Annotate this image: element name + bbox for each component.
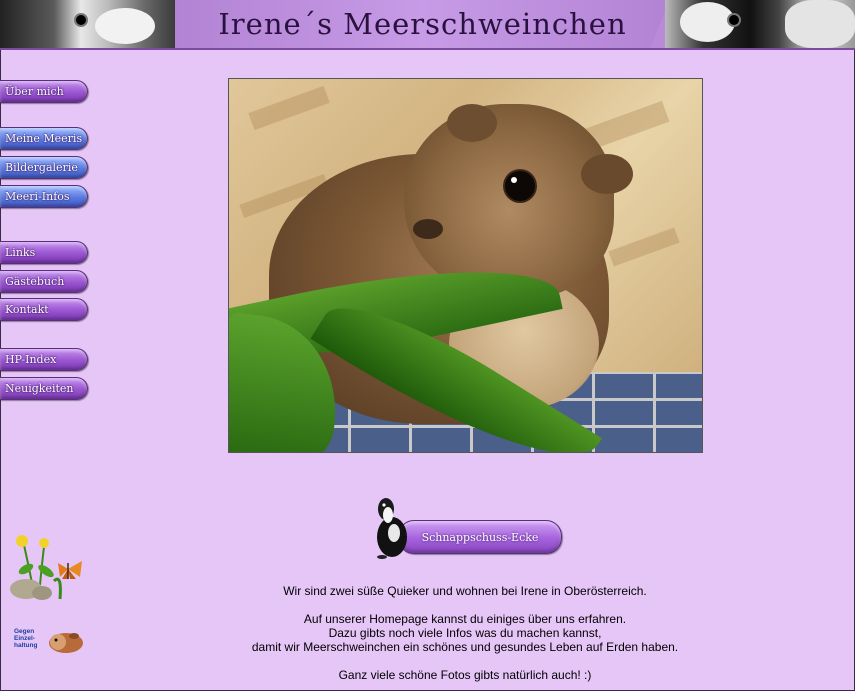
- pig-fur-patch: [785, 0, 855, 48]
- nav-item-ueber-mich[interactable]: Über mich: [0, 80, 88, 103]
- badge-text: Gegen Einzel- haltung: [14, 628, 38, 649]
- guinea-pig-ear: [581, 154, 633, 194]
- snapshot-corner-button[interactable]: Schnappschuss-Ecke: [398, 520, 562, 554]
- nav-item-bildergalerie[interactable]: Bildergalerie: [0, 156, 88, 179]
- nav-item-meine-meeris[interactable]: Meine Meeris: [0, 127, 88, 150]
- guinea-pig-ear: [447, 104, 497, 142]
- flower-butterfly-icon: [10, 535, 82, 600]
- anti-solitary-keeping-badge[interactable]: Gegen Einzel- haltung: [14, 628, 84, 654]
- guinea-pig-nose: [413, 219, 443, 239]
- main-guinea-pig-photo: [228, 78, 703, 453]
- intro-text: Wir sind zwei süße Quieker und wohnen be…: [200, 584, 730, 682]
- header-guinea-pig-photo-left: [0, 0, 180, 48]
- pig-eye-icon: [727, 13, 741, 27]
- intro-line: Ganz viele schöne Fotos gibts natürlich …: [338, 668, 592, 682]
- site-title: Irene´s Meerschweinchen: [175, 0, 670, 48]
- site-header: Irene´s Meerschweinchen: [0, 0, 855, 50]
- nav-item-links[interactable]: Links: [0, 241, 88, 264]
- nav-item-neuigkeiten[interactable]: Neuigkeiten: [0, 377, 88, 400]
- nav-item-kontakt[interactable]: Kontakt: [0, 298, 88, 321]
- intro-line: damit wir Meerschweinchen ein schönes un…: [251, 640, 679, 654]
- guinea-pig-badge-icon: [49, 633, 83, 653]
- wood-chip: [608, 227, 680, 267]
- pig-fur-patch: [95, 8, 155, 44]
- nav-item-meeri-infos[interactable]: Meeri-Infos: [0, 185, 88, 208]
- guinea-pig-standing-icon: [377, 498, 407, 559]
- header-guinea-pig-photo-right: [665, 0, 855, 48]
- guinea-pig-eye: [505, 171, 535, 201]
- pig-eye-icon: [74, 13, 88, 27]
- intro-line: Wir sind zwei süße Quieker und wohnen be…: [283, 584, 647, 598]
- wood-chip: [248, 85, 330, 131]
- nav-item-hp-index[interactable]: HP-Index: [0, 348, 88, 371]
- guinea-pig-head: [404, 104, 614, 299]
- intro-line: Dazu gibts noch viele Infos was du mache…: [328, 626, 602, 640]
- nav-item-gaestebuch[interactable]: Gästebuch: [0, 270, 88, 293]
- intro-line: Auf unserer Homepage kannst du einiges ü…: [303, 612, 627, 626]
